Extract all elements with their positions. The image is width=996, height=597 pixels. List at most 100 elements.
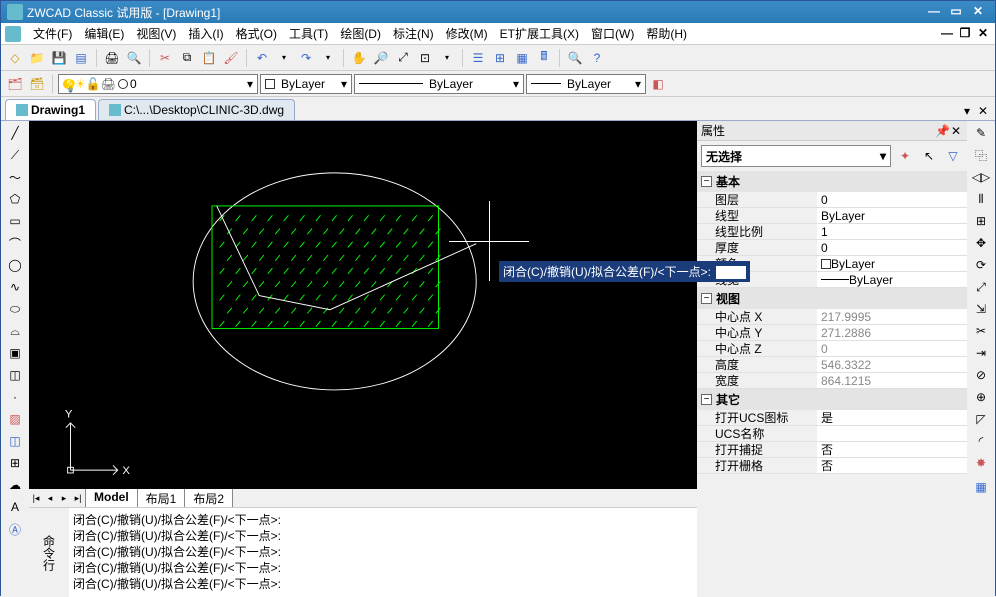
open-button[interactable]: 📁 [27,48,47,68]
circle-tool[interactable]: ◯ [5,255,25,275]
designcenter-button[interactable]: ⊞ [490,48,510,68]
menu-绘图[interactable]: 绘图(D) [334,25,387,43]
zoomrt-button[interactable]: 🔎 [371,48,391,68]
tab-close-button[interactable]: ✕ [975,104,991,120]
array-tool[interactable]: ⊞ [971,211,991,231]
pline-tool[interactable]: ～ [5,167,25,187]
rectangle-tool[interactable]: ▭ [5,211,25,231]
close-button[interactable]: ✕ [967,4,989,20]
select-objects-button[interactable]: ↖ [919,146,939,166]
xline-tool[interactable]: ⟋ [5,145,25,165]
explode-tool[interactable]: ✸ [971,453,991,473]
polygon-tool[interactable]: ⬠ [5,189,25,209]
menu-标注[interactable]: 标注(N) [387,25,440,43]
trim-tool[interactable]: ✂ [971,321,991,341]
layout-tab[interactable]: 布局2 [185,488,233,509]
match-button[interactable]: 🖌 [221,48,241,68]
quick-select-button[interactable]: ▽ [943,146,963,166]
saveall-button[interactable]: ▤ [71,48,91,68]
prop-row[interactable]: 宽度864.1215 [697,373,967,389]
prop-row[interactable]: 图层0 [697,192,967,208]
properties-grid[interactable]: −基本图层0线型ByLayer线型比例1厚度0颜色 ByLayer线宽 ByLa… [697,171,967,597]
undo-button[interactable]: ↶ [252,48,272,68]
layout-last[interactable]: ▸| [71,493,85,504]
panel-close-button[interactable]: ✕ [949,124,963,138]
move-tool[interactable]: ✥ [971,233,991,253]
menu-ET扩展工具[interactable]: ET扩展工具(X) [494,25,585,43]
layout-tab[interactable]: Model [85,488,138,509]
mdi-close[interactable]: ✕ [975,27,991,41]
linetype-control[interactable]: ByLayer ▾ [354,74,524,94]
prop-row[interactable]: 厚度0 [697,240,967,256]
toolpalette-button[interactable]: ▦ [512,48,532,68]
new-button[interactable]: ◇ [5,48,25,68]
layout-next[interactable]: ▸ [57,493,71,504]
stretch-tool[interactable]: ⇲ [971,299,991,319]
region-tool[interactable]: ◫ [5,431,25,451]
extend-tool[interactable]: ⇥ [971,343,991,363]
mirror-tool[interactable]: ◁▷ [971,167,991,187]
menu-格式[interactable]: 格式(O) [230,25,283,43]
toggle-pickadd-button[interactable]: ✦ [895,146,915,166]
cut-button[interactable]: ✂ [155,48,175,68]
collapse-icon[interactable]: − [701,293,712,304]
fillet-tool[interactable]: ◜ [971,431,991,451]
doc-tab[interactable]: Drawing1 [5,99,96,120]
scale-tool[interactable]: ⤢ [971,277,991,297]
mdi-restore[interactable]: ❐ [957,27,973,41]
lineweight-control[interactable]: ByLayer ▾ [526,74,646,94]
layer-manager-button[interactable]: 🗂 [5,74,25,94]
undo-arrow[interactable]: ▾ [274,48,294,68]
draworder-tool[interactable]: ▦ [971,477,991,497]
drawing-canvas[interactable]: X Y 闭合(C)/撤销(U)/拟合公差(F)/<下一点>: [29,121,697,489]
layer-control[interactable]: 💡 ☀ 🔓 🖨 0 ▾ [58,74,258,94]
menu-文件[interactable]: 文件(F) [27,25,78,43]
menu-视图[interactable]: 视图(V) [130,25,182,43]
offset-tool[interactable]: ⫴ [971,189,991,209]
prop-row[interactable]: UCS名称 [697,426,967,442]
prop-group[interactable]: −其它 [697,389,967,410]
menu-帮助[interactable]: 帮助(H) [640,25,693,43]
redo-arrow[interactable]: ▾ [318,48,338,68]
point-tool[interactable]: · [5,387,25,407]
prop-group[interactable]: −基本 [697,171,967,192]
preview-button[interactable]: 🔍 [124,48,144,68]
text-tool[interactable]: A [5,497,25,517]
layout-first[interactable]: |◂ [29,493,43,504]
pin-icon[interactable]: 📌 [935,124,949,138]
mtext-tool[interactable]: Ⓐ [5,519,25,539]
ellipsearc-tool[interactable]: ⌓ [5,321,25,341]
prop-row[interactable]: 高度546.3322 [697,357,967,373]
zoom-arrow[interactable]: ▾ [437,48,457,68]
prop-row[interactable]: 中心点 Y271.2886 [697,325,967,341]
collapse-icon[interactable]: − [701,394,712,405]
layout-tab[interactable]: 布局1 [138,488,186,509]
copy-button[interactable]: ⧉ [177,48,197,68]
pan-button[interactable]: ✋ [349,48,369,68]
chamfer-tool[interactable]: ◸ [971,409,991,429]
prop-row[interactable]: 中心点 X217.9995 [697,309,967,325]
menu-插入[interactable]: 插入(I) [182,25,229,43]
join-tool[interactable]: ⊕ [971,387,991,407]
zoomext-button[interactable]: ⤢ [393,48,413,68]
arc-tool[interactable]: ⌒ [5,233,25,253]
layout-prev[interactable]: ◂ [43,493,57,504]
props-button[interactable]: ☰ [468,48,488,68]
rotate-tool[interactable]: ⟳ [971,255,991,275]
mdi-minimize[interactable]: — [939,27,955,41]
prop-row[interactable]: 中心点 Z0 [697,341,967,357]
plot-button[interactable]: 🖨 [102,48,122,68]
revcloud-tool[interactable]: ☁ [5,475,25,495]
redo-button[interactable]: ↷ [296,48,316,68]
menu-窗口[interactable]: 窗口(W) [585,25,640,43]
erase-tool[interactable]: ✎ [971,123,991,143]
prop-row[interactable]: 线型ByLayer [697,208,967,224]
ellipse-tool[interactable]: ⬭ [5,299,25,319]
table-tool[interactable]: ⊞ [5,453,25,473]
menu-编辑[interactable]: 编辑(E) [78,25,130,43]
save-button[interactable]: 💾 [49,48,69,68]
menu-修改[interactable]: 修改(M) [440,25,494,43]
paste-button[interactable]: 📋 [199,48,219,68]
prop-row[interactable]: 打开UCS图标是 [697,410,967,426]
prop-row[interactable]: 打开栅格否 [697,458,967,474]
